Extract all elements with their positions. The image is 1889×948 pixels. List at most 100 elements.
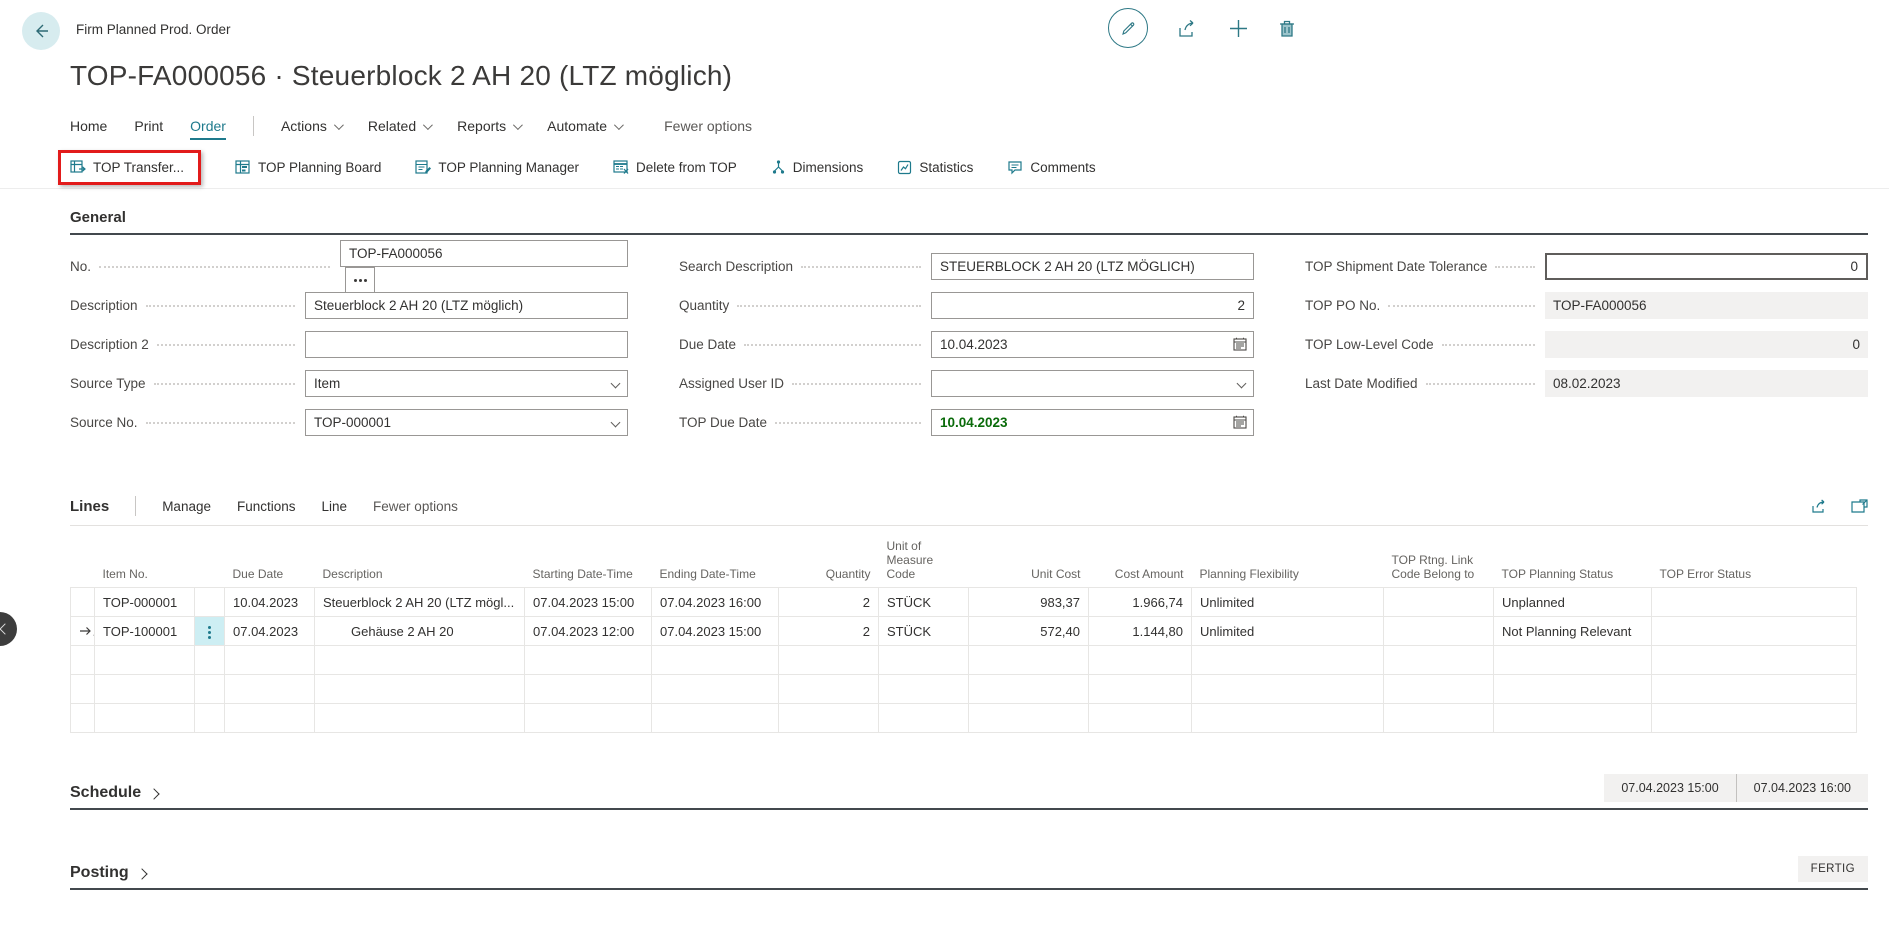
lines-fewer-options-button[interactable]: Fewer options (373, 499, 458, 514)
col-starting-date-time[interactable]: Starting Date-Time (525, 536, 652, 588)
cell-error-status[interactable] (1652, 588, 1857, 617)
general-column-1: No. TOP-FA000056 Description Steuerblock… (70, 247, 628, 442)
search-description-input[interactable]: STEUERBLOCK 2 AH 20 (LTZ MÖGLICH) (931, 253, 1254, 280)
no-input[interactable]: TOP-FA000056 (340, 240, 628, 267)
general-section-title[interactable]: General (70, 209, 1868, 235)
col-top-planning-status[interactable]: TOP Planning Status (1494, 536, 1652, 588)
col-item-no[interactable]: Item No. (95, 536, 195, 588)
schedule-section-toggle[interactable]: Schedule (70, 784, 158, 802)
quantity-label: Quantity (679, 298, 729, 313)
source-type-select[interactable]: Item (305, 370, 628, 397)
cell-item-no[interactable]: TOP-100001 (95, 617, 195, 646)
statistics-button[interactable]: Statistics (897, 160, 973, 175)
calendar-icon[interactable] (1233, 337, 1247, 356)
cell-uom[interactable]: STÜCK (879, 588, 969, 617)
cell-row-menu-active[interactable] (195, 617, 225, 646)
cell-error-status[interactable] (1652, 617, 1857, 646)
back-button[interactable] (22, 12, 60, 50)
delete-from-top-label: Delete from TOP (636, 160, 737, 175)
col-unit-of-measure-code[interactable]: Unit of Measure Code (879, 536, 969, 588)
lines-open-in-window-button[interactable] (1851, 498, 1868, 514)
active-row-arrow-icon (79, 626, 92, 636)
cell-cost-amount[interactable]: 1.966,74 (1089, 588, 1192, 617)
col-unit-cost[interactable]: Unit Cost (969, 536, 1089, 588)
fewer-options-button[interactable]: Fewer options (664, 118, 752, 134)
edit-button[interactable] (1108, 8, 1148, 48)
cell-starting[interactable]: 07.04.2023 15:00 (525, 588, 652, 617)
tab-home[interactable]: Home (70, 118, 107, 134)
description-input[interactable]: Steuerblock 2 AH 20 (LTZ möglich) (305, 292, 628, 319)
tab-automate[interactable]: Automate (547, 118, 621, 134)
cell-description[interactable]: Steuerblock 2 AH 20 (LTZ mögl... (315, 588, 525, 617)
cell-ending[interactable]: 07.04.2023 15:00 (652, 617, 779, 646)
last-date-modified-value: 08.02.2023 (1545, 370, 1868, 397)
tab-order[interactable]: Order (190, 118, 226, 140)
cell-row-menu[interactable] (195, 588, 225, 617)
assigned-user-id-select[interactable] (931, 370, 1254, 397)
lines-manage-button[interactable]: Manage (162, 499, 211, 514)
quantity-input[interactable]: 2 (931, 292, 1254, 319)
chevron-right-icon (136, 868, 147, 879)
cell-due-date[interactable]: 10.04.2023 (225, 588, 315, 617)
cell-unit-cost[interactable]: 983,37 (969, 588, 1089, 617)
cell-item-no[interactable]: TOP-000001 (95, 588, 195, 617)
cell-rtng-link[interactable] (1384, 617, 1494, 646)
col-due-date[interactable]: Due Date (225, 536, 315, 588)
dotted-leader (146, 305, 295, 307)
cell-planning-flexibility[interactable]: Unlimited (1192, 617, 1384, 646)
source-no-select[interactable]: TOP-000001 (305, 409, 628, 436)
collapse-panel-button[interactable] (0, 612, 17, 646)
comments-button[interactable]: Comments (1007, 160, 1095, 175)
chevron-right-icon (148, 788, 159, 799)
top-transfer-button[interactable]: TOP Transfer... (58, 150, 201, 185)
lines-line-button[interactable]: Line (322, 499, 348, 514)
top-shipment-date-tolerance-input[interactable]: 0 (1545, 253, 1868, 280)
due-date-input[interactable]: 10.04.2023 (931, 331, 1254, 358)
dimensions-button[interactable]: Dimensions (771, 160, 864, 175)
cell-quantity[interactable]: 2 (779, 617, 879, 646)
cell-due-date[interactable]: 07.04.2023 (225, 617, 315, 646)
col-quantity[interactable]: Quantity (779, 536, 879, 588)
cell-description[interactable]: Gehäuse 2 AH 20 (315, 617, 525, 646)
no-assist-edit-button[interactable] (345, 267, 375, 294)
col-top-error-status[interactable]: TOP Error Status (1652, 536, 1857, 588)
posting-status-badge: FERTIG (1798, 856, 1868, 882)
new-button[interactable] (1229, 19, 1248, 38)
top-planning-board-button[interactable]: TOP Planning Board (235, 160, 381, 175)
share-button[interactable] (1178, 19, 1199, 38)
cell-uom[interactable]: STÜCK (879, 617, 969, 646)
lines-section-title[interactable]: Lines (70, 498, 109, 515)
cell-rtng-link[interactable] (1384, 588, 1494, 617)
lines-table: Item No. Due Date Description Starting D… (70, 536, 1857, 733)
description-2-input[interactable] (305, 331, 628, 358)
top-planning-manager-button[interactable]: TOP Planning Manager (415, 160, 579, 175)
calendar-icon[interactable] (1233, 415, 1247, 434)
tab-related[interactable]: Related (368, 118, 430, 134)
ellipsis-icon (359, 279, 362, 282)
cell-quantity[interactable]: 2 (779, 588, 879, 617)
lines-functions-button[interactable]: Functions (237, 499, 296, 514)
col-ending-date-time[interactable]: Ending Date-Time (652, 536, 779, 588)
posting-section-toggle[interactable]: Posting (70, 864, 146, 882)
top-due-date-input[interactable]: 10.04.2023 (931, 409, 1254, 436)
col-cost-amount[interactable]: Cost Amount (1089, 536, 1192, 588)
cell-starting[interactable]: 07.04.2023 12:00 (525, 617, 652, 646)
table-row-empty (71, 646, 1857, 675)
delete-button[interactable] (1278, 19, 1296, 38)
col-description[interactable]: Description (315, 536, 525, 588)
cell-planning-flexibility[interactable]: Unlimited (1192, 588, 1384, 617)
col-top-rtng-link[interactable]: TOP Rtng. Link Code Belong to (1384, 536, 1494, 588)
cell-ending[interactable]: 07.04.2023 16:00 (652, 588, 779, 617)
cell-planning-status[interactable]: Not Planning Relevant (1494, 617, 1652, 646)
cell-cost-amount[interactable]: 1.144,80 (1089, 617, 1192, 646)
posting-section: Posting FERTIG (70, 856, 1868, 890)
tab-actions[interactable]: Actions (281, 118, 341, 134)
col-planning-flexibility[interactable]: Planning Flexibility (1192, 536, 1384, 588)
field-due-date: Due Date 10.04.2023 (679, 325, 1254, 364)
tab-reports[interactable]: Reports (457, 118, 520, 134)
cell-unit-cost[interactable]: 572,40 (969, 617, 1089, 646)
lines-share-button[interactable] (1811, 498, 1829, 514)
delete-from-top-button[interactable]: Delete from TOP (613, 160, 737, 175)
tab-print[interactable]: Print (134, 118, 163, 134)
cell-planning-status[interactable]: Unplanned (1494, 588, 1652, 617)
